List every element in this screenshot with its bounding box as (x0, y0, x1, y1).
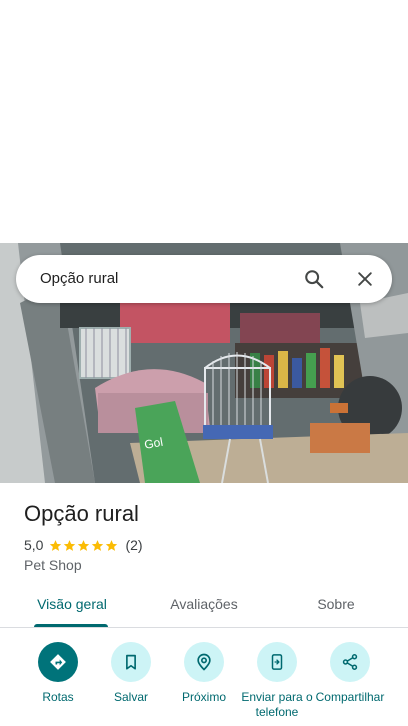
share-label: Compartilhar (315, 690, 385, 704)
send-to-phone-label: Enviar para o telefone (241, 690, 313, 719)
send-to-phone-button[interactable]: Enviar para o telefone (240, 640, 314, 720)
star-icon (50, 539, 62, 551)
share-icon[interactable] (330, 642, 370, 682)
nearby-icon[interactable] (184, 642, 224, 682)
search-bar[interactable]: Opção rural (16, 255, 392, 303)
tab-reviews[interactable]: Avaliações (156, 586, 252, 626)
nearby-label: Próximo (181, 690, 226, 704)
rating-value: 5,0 (24, 537, 44, 553)
tabs-divider (0, 627, 408, 628)
review-count[interactable]: (2) (125, 537, 142, 553)
share-button[interactable]: Compartilhar (313, 640, 387, 705)
star-icon (64, 539, 76, 551)
tab-about[interactable]: Sobre (296, 586, 376, 626)
save-button[interactable]: Salvar (94, 640, 168, 705)
search-query-text[interactable]: Opção rural (40, 255, 118, 303)
close-icon[interactable] (351, 265, 379, 293)
nearby-button[interactable]: Próximo (167, 640, 241, 705)
send-to-phone-icon[interactable] (257, 642, 297, 682)
directions-label: Rotas (42, 690, 74, 704)
bookmark-icon[interactable] (111, 642, 151, 682)
place-category: Pet Shop (24, 557, 82, 573)
star-icon (78, 539, 90, 551)
star-icon (106, 539, 118, 551)
directions-button[interactable]: Rotas (21, 640, 95, 705)
star-rating (49, 539, 119, 552)
save-label: Salvar (113, 690, 148, 704)
action-buttons: Rotas Salvar Próximo Enviar para o telef… (0, 640, 408, 726)
directions-icon[interactable] (38, 642, 78, 682)
star-icon (92, 539, 104, 551)
place-tabs: Visão geral Avaliações Sobre (0, 586, 408, 628)
search-icon[interactable] (300, 265, 328, 293)
map-blank-area (0, 0, 408, 243)
rating-row[interactable]: 5,0 (2) (24, 535, 143, 555)
tab-overview[interactable]: Visão geral (24, 586, 120, 626)
place-title: Opção rural (24, 501, 139, 526)
